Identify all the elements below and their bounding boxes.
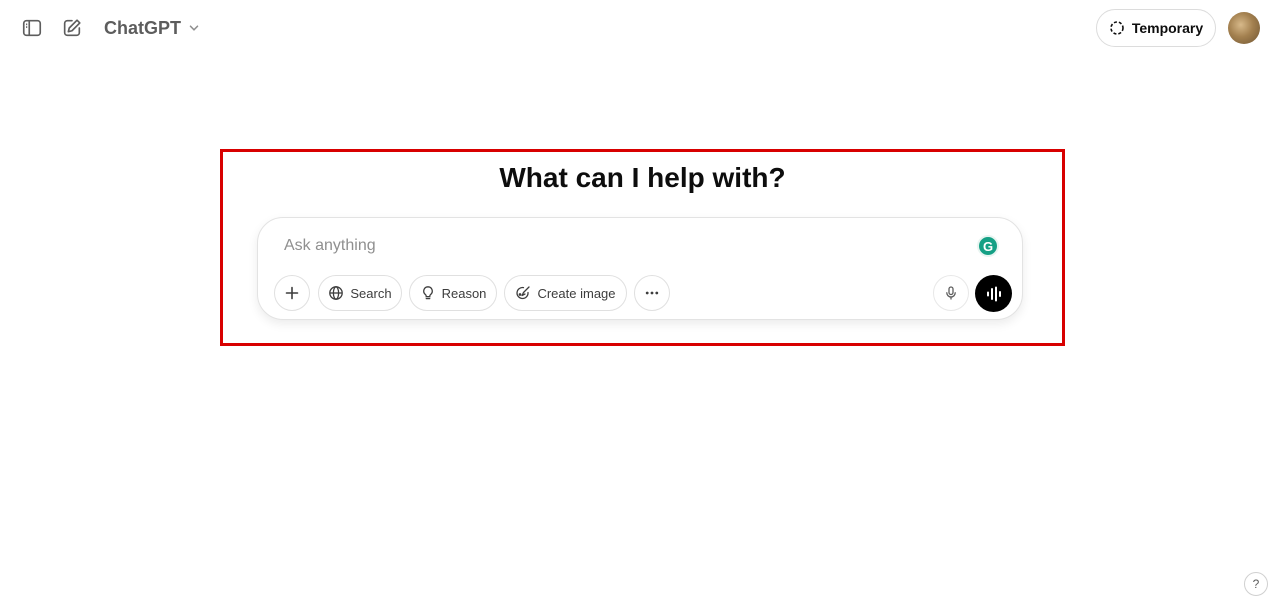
- voice-waveform-icon: [986, 286, 1001, 301]
- model-switcher[interactable]: ChatGPT: [98, 10, 207, 46]
- prompt-input[interactable]: [284, 233, 964, 259]
- help-button[interactable]: ?: [1244, 572, 1268, 596]
- attach-button[interactable]: [274, 275, 310, 311]
- more-tools-button[interactable]: [634, 275, 670, 311]
- reason-button[interactable]: Reason: [409, 275, 497, 311]
- grammarly-icon[interactable]: G: [977, 235, 999, 257]
- search-label: Search: [350, 285, 392, 301]
- voice-mode-button[interactable]: [975, 275, 1012, 312]
- temporary-chat-button[interactable]: Temporary: [1096, 9, 1216, 47]
- sidebar-icon: [22, 19, 42, 37]
- plus-icon: [285, 286, 299, 300]
- more-dots-icon: [645, 291, 659, 295]
- create-image-label: Create image: [537, 285, 616, 301]
- reason-label: Reason: [441, 285, 487, 301]
- microphone-icon: [946, 286, 956, 300]
- sidebar-toggle-button[interactable]: [14, 10, 50, 46]
- edit-icon: [63, 19, 81, 37]
- chatgpt-page: ChatGPT Temporary What can I help with? …: [0, 0, 1279, 606]
- dictate-button[interactable]: [933, 275, 969, 311]
- new-chat-button[interactable]: [54, 10, 90, 46]
- page-title: What can I help with?: [499, 162, 786, 193]
- image-brush-icon: [516, 286, 531, 300]
- avatar[interactable]: [1228, 12, 1260, 44]
- composer: G Search Reason: [257, 217, 1023, 320]
- dashed-circle-icon: [1110, 21, 1124, 35]
- create-image-button[interactable]: Create image: [504, 275, 627, 311]
- chevron-down-icon: [189, 25, 199, 31]
- lightbulb-icon: [422, 286, 433, 300]
- search-button[interactable]: Search: [318, 275, 402, 311]
- globe-icon: [329, 286, 344, 300]
- temporary-label: Temporary: [1131, 20, 1204, 36]
- model-name: ChatGPT: [104, 17, 182, 38]
